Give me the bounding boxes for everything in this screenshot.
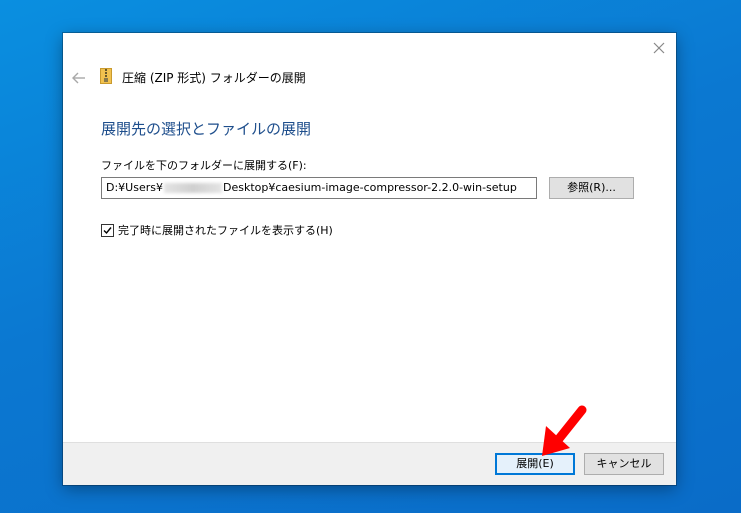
destination-path-input[interactable]: D:¥Users¥ Desktop¥caesium-image-compresso… [101,177,537,199]
show-files-label: 完了時に展開されたファイルを表示する(H) [118,224,333,237]
path-prefix: D:¥Users¥ [106,181,163,194]
close-button[interactable] [650,39,668,57]
path-suffix: Desktop¥caesium-image-compressor-2.2.0-w… [222,181,517,194]
show-files-checkbox[interactable] [101,224,114,237]
page-heading: 展開先の選択とファイルの展開 [101,120,312,138]
back-button[interactable] [71,70,87,84]
desktop-background: 圧縮 (ZIP 形式) フォルダーの展開 展開先の選択とファイルの展開 ファイル… [0,0,741,513]
zip-folder-icon [100,68,112,84]
cancel-button[interactable]: キャンセル [584,453,664,475]
back-arrow-icon [72,72,85,84]
close-icon [653,42,665,54]
red-arrow-icon [542,405,587,456]
browse-button[interactable]: 参照(R)... [549,177,634,199]
redacted-username [163,183,222,193]
destination-label: ファイルを下のフォルダーに展開する(F): [101,159,307,172]
window-title: 圧縮 (ZIP 形式) フォルダーの展開 [122,71,306,85]
checkmark-icon [103,227,112,235]
